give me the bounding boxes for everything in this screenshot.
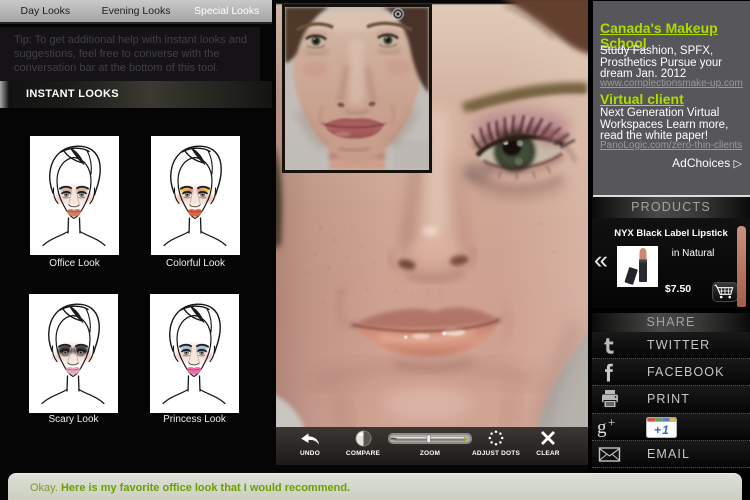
svg-text:+1: +1	[654, 423, 670, 437]
svg-text:+: +	[608, 416, 615, 430]
svg-text:g: g	[597, 417, 607, 438]
